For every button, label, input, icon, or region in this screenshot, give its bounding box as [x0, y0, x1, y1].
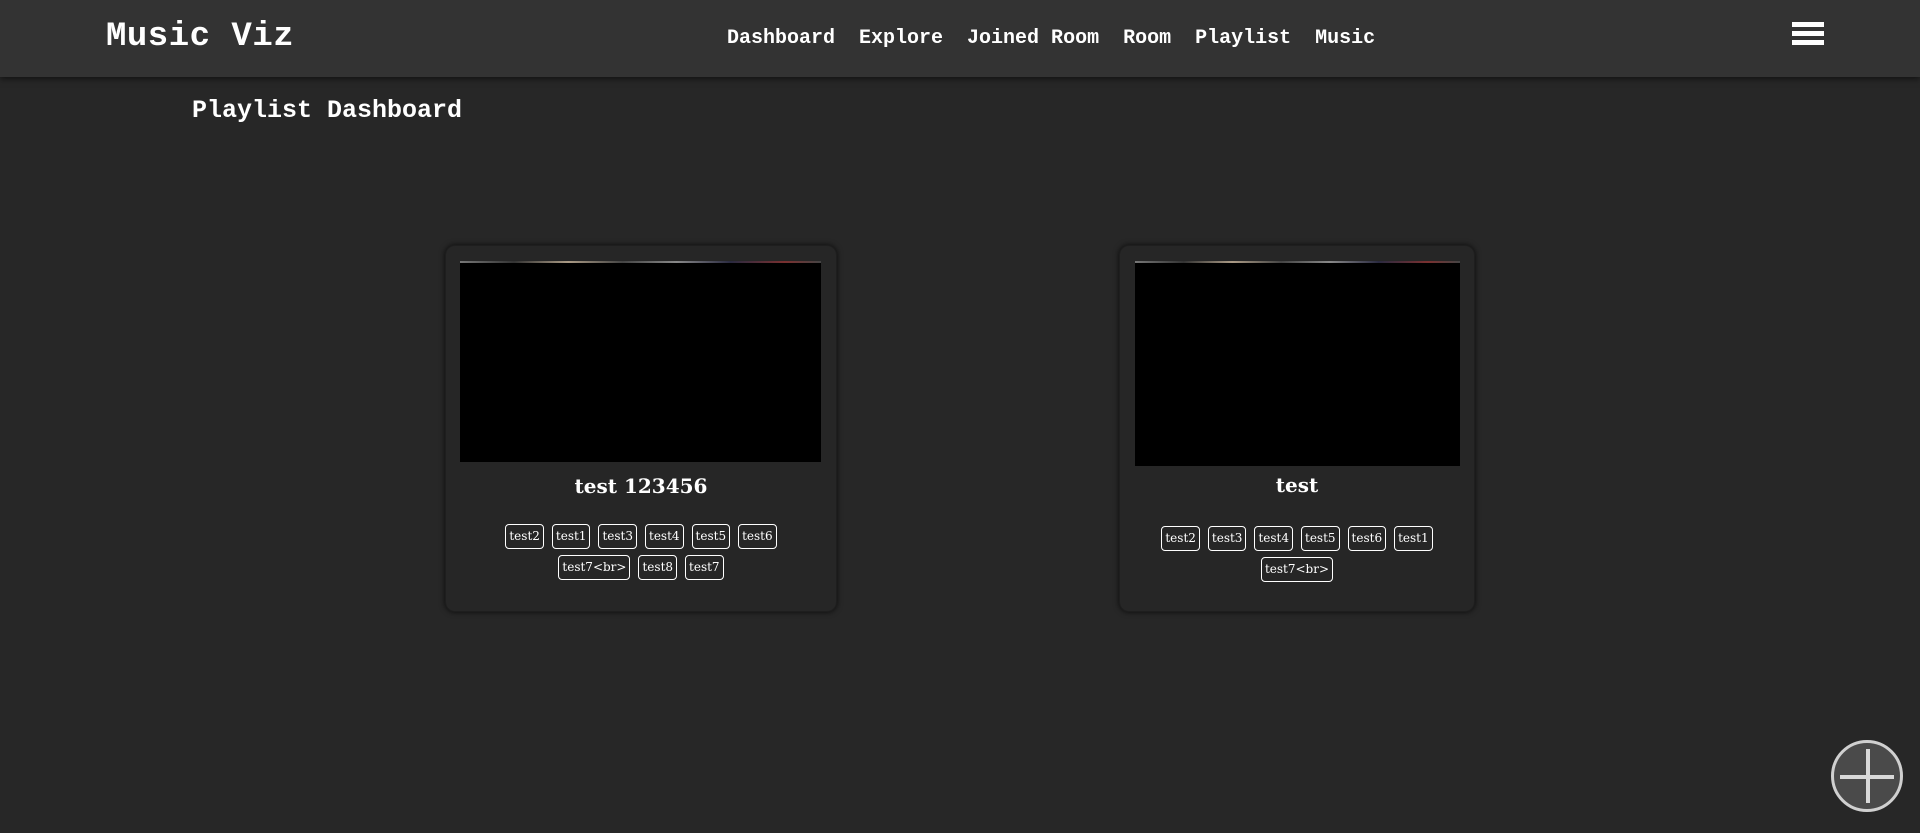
- tag-chip[interactable]: test7<br>: [1260, 557, 1334, 582]
- playlist-card[interactable]: test test2 test3 test4 test5 test6 test1…: [1119, 245, 1475, 612]
- tag-chip[interactable]: test6: [738, 524, 777, 549]
- main-nav: Dashboard Explore Joined Room Room Playl…: [727, 27, 1375, 50]
- tag-chip[interactable]: test3: [598, 524, 637, 549]
- nav-link-dashboard[interactable]: Dashboard: [727, 27, 835, 50]
- page-title: Playlist Dashboard: [192, 96, 463, 125]
- brand-logo[interactable]: Music Viz: [106, 18, 294, 56]
- cover-image-strip: [460, 261, 821, 263]
- top-navbar: Music Viz Dashboard Explore Joined Room …: [0, 0, 1920, 77]
- nav-link-playlist[interactable]: Playlist: [1195, 27, 1291, 50]
- playlist-title[interactable]: test: [1120, 473, 1474, 497]
- playlist-title[interactable]: test 123456: [446, 474, 836, 498]
- playlist-tags: test2 test1 test3 test4 test5 test6 test…: [466, 524, 816, 580]
- tag-chip[interactable]: test5: [691, 524, 731, 549]
- playlist-tags: test2 test3 test4 test5 test6 test1 test…: [1140, 526, 1454, 582]
- tag-chip[interactable]: test1: [551, 524, 591, 549]
- hamburger-line: [1792, 40, 1824, 45]
- nav-link-music[interactable]: Music: [1315, 27, 1375, 50]
- tag-chip[interactable]: test2: [505, 524, 544, 549]
- playlist-cover-image[interactable]: [1135, 261, 1460, 466]
- tag-chip[interactable]: test3: [1207, 526, 1247, 551]
- playlist-cover-image[interactable]: [460, 261, 821, 462]
- tag-chip[interactable]: test4: [645, 524, 684, 549]
- tag-chip[interactable]: test6: [1347, 526, 1387, 551]
- tag-chip[interactable]: test7: [685, 555, 724, 580]
- tag-chip[interactable]: test4: [1254, 526, 1293, 551]
- cover-image-strip: [1135, 261, 1460, 263]
- nav-link-room[interactable]: Room: [1123, 27, 1171, 50]
- tag-chip[interactable]: test2: [1161, 526, 1200, 551]
- hamburger-line: [1792, 22, 1824, 27]
- hamburger-menu-icon[interactable]: [1792, 22, 1824, 50]
- tag-chip[interactable]: test8: [638, 555, 678, 580]
- tag-chip[interactable]: test5: [1301, 526, 1340, 551]
- nav-link-explore[interactable]: Explore: [859, 27, 943, 50]
- tag-chip[interactable]: test7<br>: [558, 555, 631, 580]
- playlist-card[interactable]: test 123456 test2 test1 test3 test4 test…: [445, 245, 837, 612]
- add-playlist-button[interactable]: [1831, 740, 1903, 812]
- tag-chip[interactable]: test1: [1394, 526, 1433, 551]
- plus-icon-vertical: [1866, 749, 1870, 803]
- nav-link-joined-room[interactable]: Joined Room: [967, 27, 1099, 50]
- hamburger-line: [1792, 31, 1824, 36]
